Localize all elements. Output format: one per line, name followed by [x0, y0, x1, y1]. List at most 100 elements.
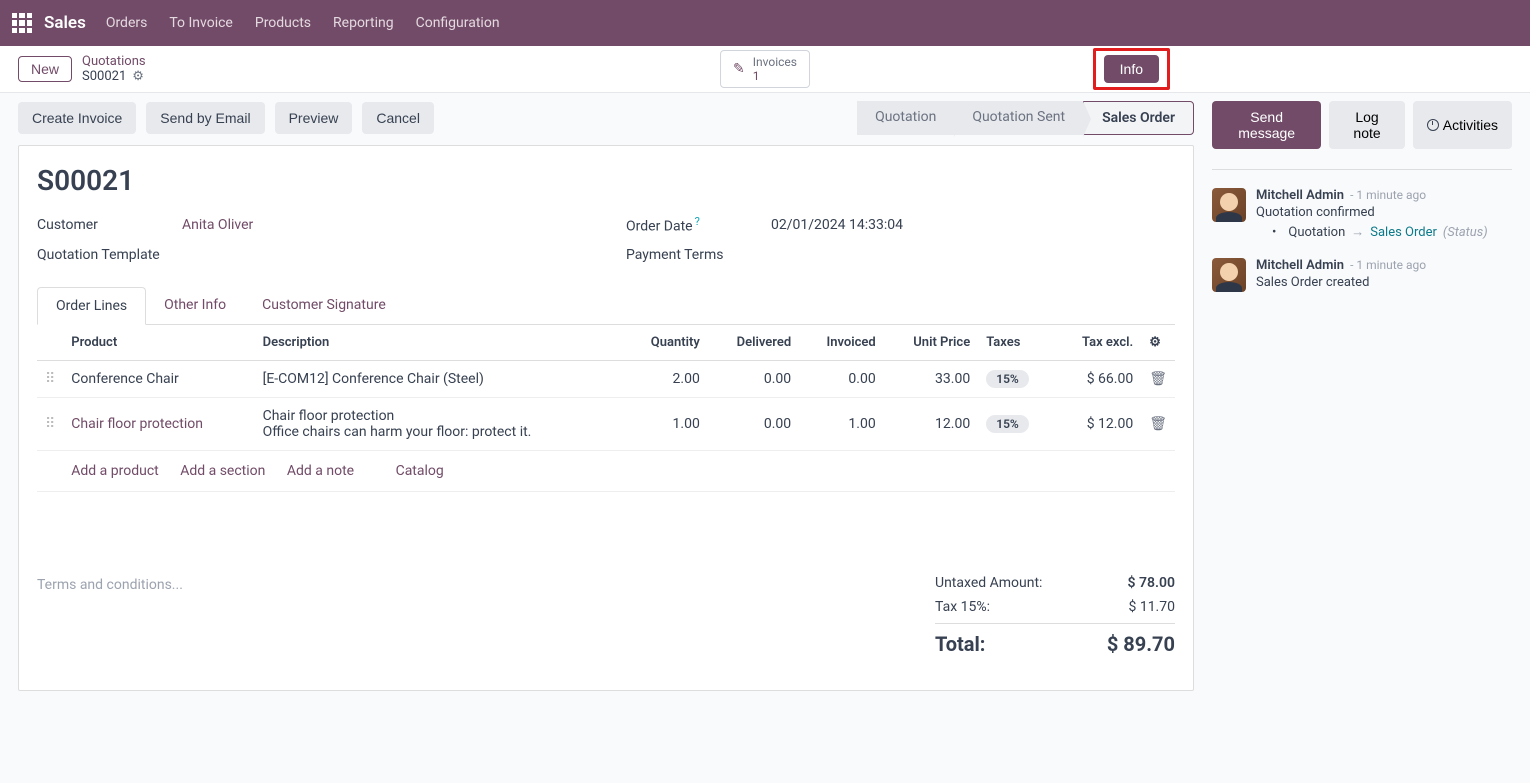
- col-invoiced: Invoiced: [799, 325, 884, 361]
- tabs: Order Lines Other Info Customer Signatur…: [37, 287, 1175, 325]
- line-product[interactable]: Chair floor protection: [71, 416, 203, 432]
- help-icon[interactable]: ?: [695, 215, 700, 228]
- line-description[interactable]: [E-COM12] Conference Chair (Steel): [255, 360, 624, 397]
- sales-order-link[interactable]: Sales Order: [1370, 225, 1437, 240]
- untaxed-value: $ 78.00: [1128, 575, 1175, 591]
- line-tax[interactable]: 15%: [978, 397, 1054, 450]
- total-value: $ 89.70: [1107, 632, 1175, 656]
- total-label: Total:: [935, 632, 985, 656]
- col-delivered: Delivered: [708, 325, 799, 361]
- nav-products[interactable]: Products: [255, 15, 311, 31]
- table-row[interactable]: ⠿ Conference Chair [E-COM12] Conference …: [37, 360, 1175, 397]
- line-unit-price[interactable]: 33.00: [884, 360, 979, 397]
- breadcrumb: Quotations S00021 ⚙: [82, 54, 146, 84]
- line-description[interactable]: Chair floor protectionOffice chairs can …: [255, 397, 624, 450]
- terms-input[interactable]: Terms and conditions...: [37, 571, 915, 660]
- table-row[interactable]: ⠿ Chair floor protection Chair floor pro…: [37, 397, 1175, 450]
- line-invoiced[interactable]: 0.00: [799, 360, 884, 397]
- record-title: S00021: [37, 164, 1175, 197]
- drag-handle-icon[interactable]: ⠿: [37, 360, 63, 397]
- totals: Untaxed Amount: $ 78.00 Tax 15%: $ 11.70 T…: [935, 571, 1175, 660]
- order-date-value[interactable]: 02/01/2024 14:33:04: [771, 217, 903, 233]
- breadcrumb-parent[interactable]: Quotations: [82, 54, 146, 69]
- clock-icon: [1427, 119, 1439, 131]
- line-subtotal: $ 66.00: [1054, 360, 1141, 397]
- settings-icon[interactable]: ⚙: [1149, 335, 1161, 350]
- send-email-button[interactable]: Send by Email: [146, 102, 264, 134]
- invoices-stat-button[interactable]: ✎ Invoices 1: [720, 50, 810, 89]
- create-invoice-button[interactable]: Create Invoice: [18, 102, 136, 134]
- payment-terms-label: Payment Terms: [626, 247, 771, 263]
- chat-message: Mitchell Admin - 1 minute ago Quotation c…: [1212, 188, 1512, 240]
- avatar: [1212, 258, 1246, 292]
- cancel-button[interactable]: Cancel: [362, 102, 434, 134]
- tab-order-lines[interactable]: Order Lines: [37, 287, 146, 325]
- breadcrumb-record: S00021: [82, 69, 126, 84]
- line-subtotal: $ 12.00: [1054, 397, 1141, 450]
- app-brand[interactable]: Sales: [44, 13, 86, 33]
- line-invoiced[interactable]: 1.00: [799, 397, 884, 450]
- add-product-link[interactable]: Add a product: [71, 463, 158, 479]
- quotation-template-label: Quotation Template: [37, 247, 182, 263]
- status-bar: Quotation Quotation Sent Sales Order: [857, 101, 1194, 135]
- catalog-link[interactable]: Catalog: [396, 463, 444, 479]
- stat-value: 1: [753, 69, 797, 83]
- new-button[interactable]: New: [18, 56, 72, 82]
- activities-button[interactable]: Activities: [1413, 101, 1512, 149]
- status-quotation-sent[interactable]: Quotation Sent: [954, 101, 1083, 135]
- nav-reporting[interactable]: Reporting: [333, 15, 394, 31]
- form-sheet: S00021 Customer Anita Oliver Order Date?…: [18, 145, 1194, 691]
- line-delivered[interactable]: 0.00: [708, 397, 799, 450]
- msg-author[interactable]: Mitchell Admin: [1256, 188, 1344, 203]
- col-description: Description: [255, 325, 624, 361]
- status-sales-order[interactable]: Sales Order: [1083, 101, 1194, 135]
- msg-text: Quotation confirmed: [1256, 205, 1512, 220]
- col-taxes: Taxes: [978, 325, 1054, 361]
- avatar: [1212, 188, 1246, 222]
- chatter: Send message Log note Activities Mitchel…: [1212, 101, 1512, 310]
- line-qty[interactable]: 1.00: [624, 397, 708, 450]
- tab-other-info[interactable]: Other Info: [146, 287, 244, 324]
- customer-label: Customer: [37, 217, 182, 233]
- col-unit-price: Unit Price: [884, 325, 979, 361]
- chat-message: Mitchell Admin - 1 minute ago Sales Order…: [1212, 258, 1512, 292]
- trash-icon[interactable]: 🗑: [1149, 371, 1167, 387]
- col-product: Product: [63, 325, 254, 361]
- order-lines-table: Product Description Quantity Delivered I…: [37, 325, 1175, 532]
- untaxed-label: Untaxed Amount:: [935, 575, 1042, 591]
- info-highlight: Info: [1093, 48, 1170, 90]
- status-quotation[interactable]: Quotation: [857, 101, 954, 135]
- preview-button[interactable]: Preview: [275, 102, 353, 134]
- tax-label: Tax 15%:: [935, 599, 990, 615]
- info-button[interactable]: Info: [1104, 55, 1159, 83]
- order-date-label: Order Date?: [626, 215, 771, 235]
- line-qty[interactable]: 2.00: [624, 360, 708, 397]
- top-nav: Sales Orders To Invoice Products Reporti…: [0, 0, 1530, 46]
- action-buttons-row: Create Invoice Send by Email Preview Can…: [18, 101, 1194, 135]
- customer-value[interactable]: Anita Oliver: [182, 217, 253, 233]
- col-tax-excl: Tax excl.: [1054, 325, 1141, 361]
- msg-text: Sales Order created: [1256, 275, 1512, 290]
- stat-label: Invoices: [753, 55, 797, 69]
- subheader: New Quotations S00021 ⚙ ✎ Invoices 1 Inf…: [0, 46, 1530, 93]
- trash-icon[interactable]: 🗑: [1149, 416, 1167, 432]
- tab-customer-signature[interactable]: Customer Signature: [244, 287, 404, 324]
- apps-icon[interactable]: [12, 13, 32, 33]
- line-delivered[interactable]: 0.00: [708, 360, 799, 397]
- add-note-link[interactable]: Add a note: [287, 463, 354, 479]
- add-section-link[interactable]: Add a section: [180, 463, 265, 479]
- line-unit-price[interactable]: 12.00: [884, 397, 979, 450]
- gear-icon[interactable]: ⚙: [132, 69, 144, 84]
- drag-handle-icon[interactable]: ⠿: [37, 397, 63, 450]
- line-product[interactable]: Conference Chair: [71, 371, 179, 387]
- nav-orders[interactable]: Orders: [106, 15, 148, 31]
- tax-value: $ 11.70: [1128, 599, 1175, 615]
- line-tax[interactable]: 15%: [978, 360, 1054, 397]
- nav-to-invoice[interactable]: To Invoice: [169, 15, 233, 31]
- nav-configuration[interactable]: Configuration: [416, 15, 500, 31]
- msg-author[interactable]: Mitchell Admin: [1256, 258, 1344, 273]
- msg-time: - 1 minute ago: [1350, 258, 1426, 272]
- msg-time: - 1 minute ago: [1350, 188, 1426, 202]
- send-message-button[interactable]: Send message: [1212, 101, 1321, 149]
- log-note-button[interactable]: Log note: [1329, 101, 1404, 149]
